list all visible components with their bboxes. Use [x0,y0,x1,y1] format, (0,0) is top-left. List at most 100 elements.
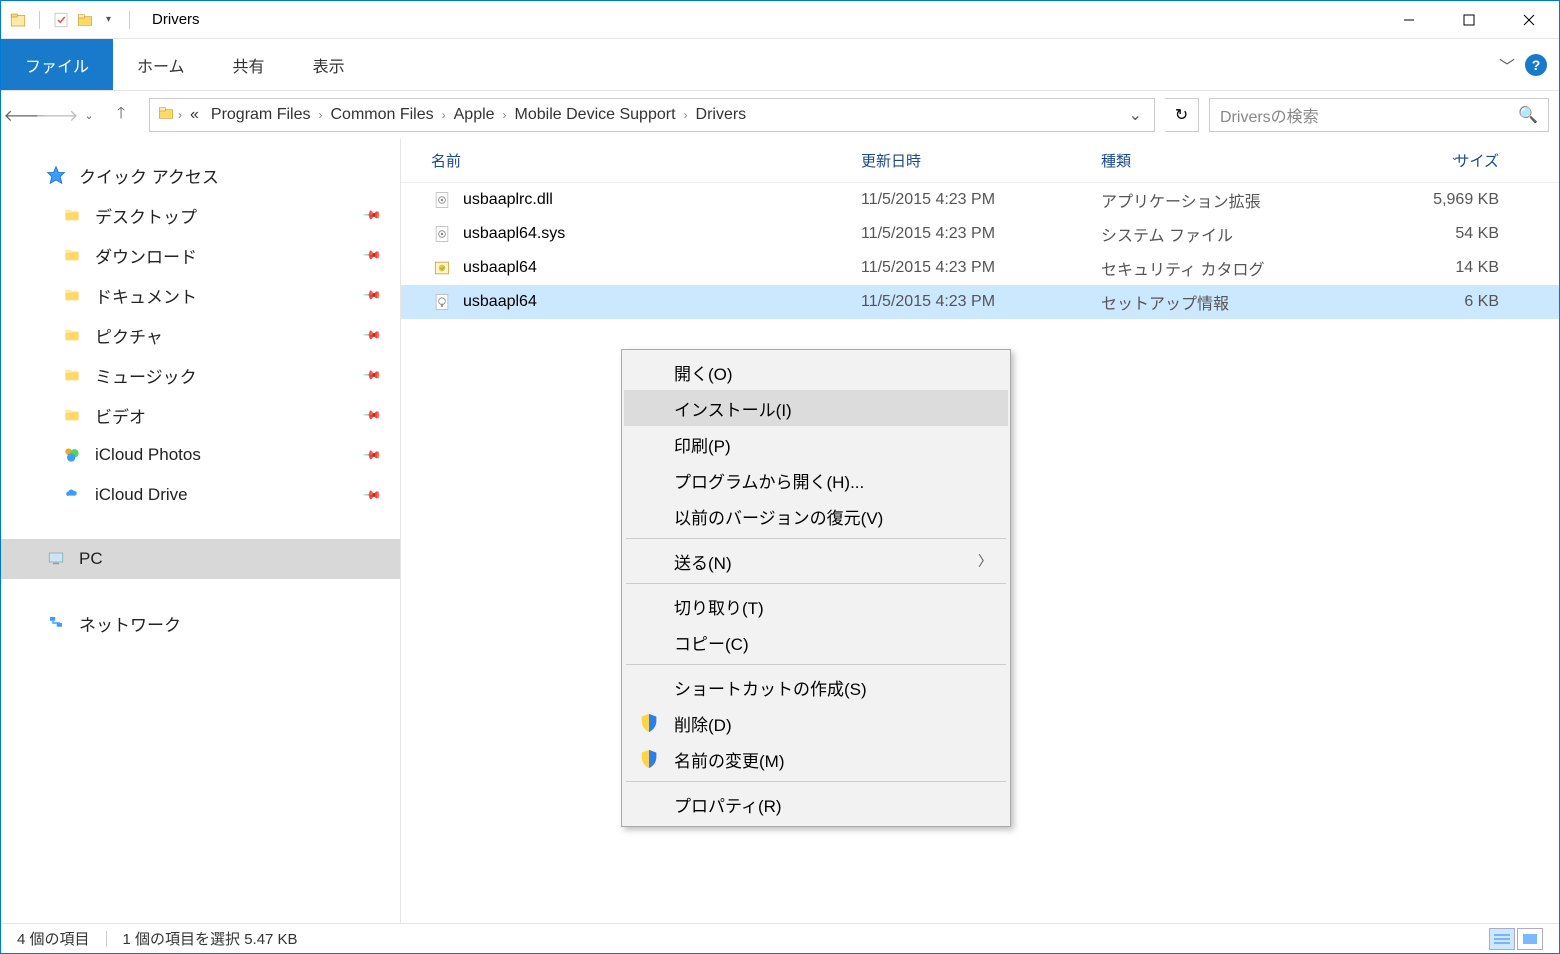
divider [106,931,107,947]
sidebar-label: ドキュメント [95,283,197,308]
folder-icon [61,324,83,346]
pin-icon: 📌 [362,365,382,385]
tab-file[interactable]: ファイル [1,39,113,90]
sidebar-item-pc[interactable]: PC [1,539,400,579]
column-date[interactable]: 更新日時 [861,150,1101,171]
status-count: 4 個の項目 [17,928,90,949]
pin-icon: 📌 [362,245,382,265]
sidebar-item-documents[interactable]: ドキュメント 📌 [1,275,400,315]
ctx-cut[interactable]: 切り取り(T) [624,588,1008,624]
sidebar-item-pictures[interactable]: ピクチャ 📌 [1,315,400,355]
ctx-properties[interactable]: プロパティ(R) [624,786,1008,822]
qat-dropdown-icon[interactable]: ▾ [100,14,117,25]
sidebar-label: デスクトップ [95,203,197,228]
breadcrumb-item[interactable]: Program Files [205,106,317,124]
up-button[interactable]: 🡑 [107,101,135,129]
sidebar-item-videos[interactable]: ビデオ📌 [1,395,400,435]
ctx-open[interactable]: 開く(O) [624,354,1008,390]
sidebar-label: iCloud Photos [95,445,201,465]
sidebar-quick-access[interactable]: クイック アクセス [1,155,400,195]
tab-view[interactable]: 表示 [289,39,369,90]
title-bar: ▾ Drivers [1,1,1559,39]
status-selection: 1 個の項目を選択 5.47 KB [123,928,298,949]
ctx-shortcut[interactable]: ショートカットの作成(S) [624,669,1008,705]
folder-icon [61,204,83,226]
close-button[interactable] [1499,1,1559,39]
recent-locations-button[interactable]: ⌄ [75,101,103,129]
sidebar-label: PC [79,549,103,569]
ctx-open-with[interactable]: プログラムから開く(H)... [624,462,1008,498]
folder-icon [61,284,83,306]
tab-share[interactable]: 共有 [209,39,289,90]
ctx-delete[interactable]: 削除(D) [624,705,1008,741]
breadcrumb-item[interactable]: Mobile Device Support [509,106,682,124]
forward-button[interactable]: 🡒 [43,101,71,129]
file-type: セットアップ情報 [1101,290,1431,314]
address-dropdown-icon[interactable]: ⌄ [1123,105,1148,125]
search-box[interactable]: Driversの検索 🔍 [1209,98,1549,132]
sidebar-label: クイック アクセス [79,163,219,188]
sidebar-item-downloads[interactable]: ダウンロード 📌 [1,235,400,275]
separator [626,664,1006,665]
network-icon [45,612,67,634]
divider [39,11,40,29]
maximize-button[interactable] [1439,1,1499,39]
pin-icon: 📌 [362,325,382,345]
chevron-right-icon: 〉 [978,551,992,571]
sidebar-item-music[interactable]: ミュージック📌 [1,355,400,395]
sidebar-label: ピクチャ [95,323,163,348]
file-icon [431,189,453,211]
file-row[interactable]: usbaapl6411/5/2015 4:23 PMセットアップ情報6 KB [401,285,1559,319]
shield-icon [638,748,660,770]
pin-icon: 📌 [362,445,382,465]
folder-icon [61,364,83,386]
sidebar-item-icloud-drive[interactable]: iCloud Drive📌 [1,475,400,515]
breadcrumb-item[interactable]: Common Files [324,106,439,124]
column-size[interactable]: サイズ⌄ [1431,150,1559,171]
sidebar-label: ダウンロード [95,243,197,268]
folder-qat-icon[interactable] [76,11,94,29]
pin-icon: 📌 [362,285,382,305]
app-icon [9,11,27,29]
search-placeholder: Driversの検索 [1220,103,1319,127]
minimize-button[interactable] [1379,1,1439,39]
file-size: 6 KB [1431,293,1559,311]
pin-icon: 📌 [362,205,382,225]
address-bar[interactable]: › « Program Files› Common Files› Apple› … [149,98,1155,132]
breadcrumb-item[interactable]: Drivers [690,106,753,124]
separator [626,583,1006,584]
context-menu: 開く(O) インストール(I) 印刷(P) プログラムから開く(H)... 以前… [621,349,1011,827]
sidebar-label: ネットワーク [79,611,181,636]
properties-qat-icon[interactable] [52,11,70,29]
breadcrumb-item[interactable]: Apple [448,106,501,124]
view-details-button[interactable] [1489,928,1515,950]
file-row[interactable]: usbaaplrc.dll11/5/2015 4:23 PMアプリケーション拡張… [401,183,1559,217]
separator [626,781,1006,782]
breadcrumb-prefix[interactable]: « [184,106,205,124]
ctx-install[interactable]: インストール(I) [624,390,1008,426]
file-size: 54 KB [1431,225,1559,243]
file-row[interactable]: usbaapl6411/5/2015 4:23 PMセキュリティ カタログ14 … [401,251,1559,285]
ctx-restore[interactable]: 以前のバージョンの復元(V) [624,498,1008,534]
sidebar-item-icloud-photos[interactable]: iCloud Photos 📌 [1,435,400,475]
ctx-print[interactable]: 印刷(P) [624,426,1008,462]
tab-home[interactable]: ホーム [113,39,209,90]
view-large-button[interactable] [1517,928,1543,950]
file-icon [431,257,453,279]
ribbon-collapse-icon[interactable]: ﹀ [1499,53,1515,77]
column-name[interactable]: 名前 [431,150,861,171]
column-type[interactable]: 種類 [1101,150,1431,171]
file-row[interactable]: usbaapl64.sys11/5/2015 4:23 PMシステム ファイル5… [401,217,1559,251]
cloud-photos-icon [61,444,83,466]
file-name: usbaaplrc.dll [463,191,553,209]
ctx-rename[interactable]: 名前の変更(M) [624,741,1008,777]
ctx-copy[interactable]: コピー(C) [624,624,1008,660]
sidebar-item-desktop[interactable]: デスクトップ 📌 [1,195,400,235]
pc-icon [45,548,67,570]
sidebar-label: ビデオ [95,403,146,428]
help-icon[interactable]: ? [1525,54,1547,76]
refresh-button[interactable]: ↻ [1165,98,1199,132]
ctx-send-to[interactable]: 送る(N)〉 [624,543,1008,579]
file-name: usbaapl64.sys [463,225,565,243]
sidebar-item-network[interactable]: ネットワーク [1,603,400,643]
